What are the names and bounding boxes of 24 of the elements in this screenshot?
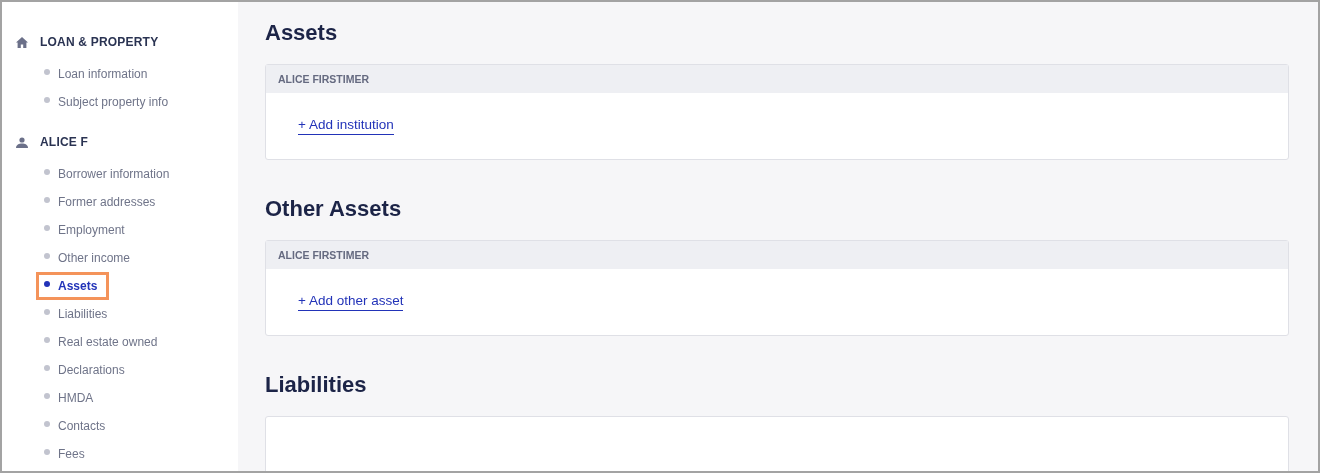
section-heading: Liabilities [265,372,368,398]
sidebar-item[interactable]: Declarations [42,356,133,384]
sidebar-item[interactable]: Employment [42,216,133,244]
add-link[interactable]: + Add institution [298,117,394,135]
sidebar-item[interactable]: Assets [36,272,110,300]
sidebar-item[interactable]: Contacts [42,412,114,440]
add-link[interactable]: + Add other asset [298,293,404,311]
person-icon [16,136,28,148]
sidebar-item[interactable]: Fees [42,440,93,468]
sidebar-item[interactable]: Other income [42,244,139,272]
home-icon [16,36,28,48]
section-heading: Assets [265,20,339,46]
sidebar-item[interactable]: HMDA [42,384,102,412]
sidebar-group-label: ALICE F [40,135,89,149]
sidebar-item[interactable]: Real estate owned [42,328,166,356]
sidebar-item[interactable]: Former addresses [42,188,164,216]
section-heading: Other Assets [265,196,403,222]
card-header: ALICE FIRSTIMER [266,241,1288,269]
sidebar-item[interactable]: Subject property info [42,88,177,116]
sidebar-group-label: LOAN & PROPERTY [40,35,159,49]
sidebar-item[interactable]: Borrower information [42,160,178,188]
card-header: ALICE FIRSTIMER [266,65,1288,93]
sidebar-item[interactable]: Loan information [42,60,156,88]
sidebar-item[interactable]: Liabilities [42,300,116,328]
